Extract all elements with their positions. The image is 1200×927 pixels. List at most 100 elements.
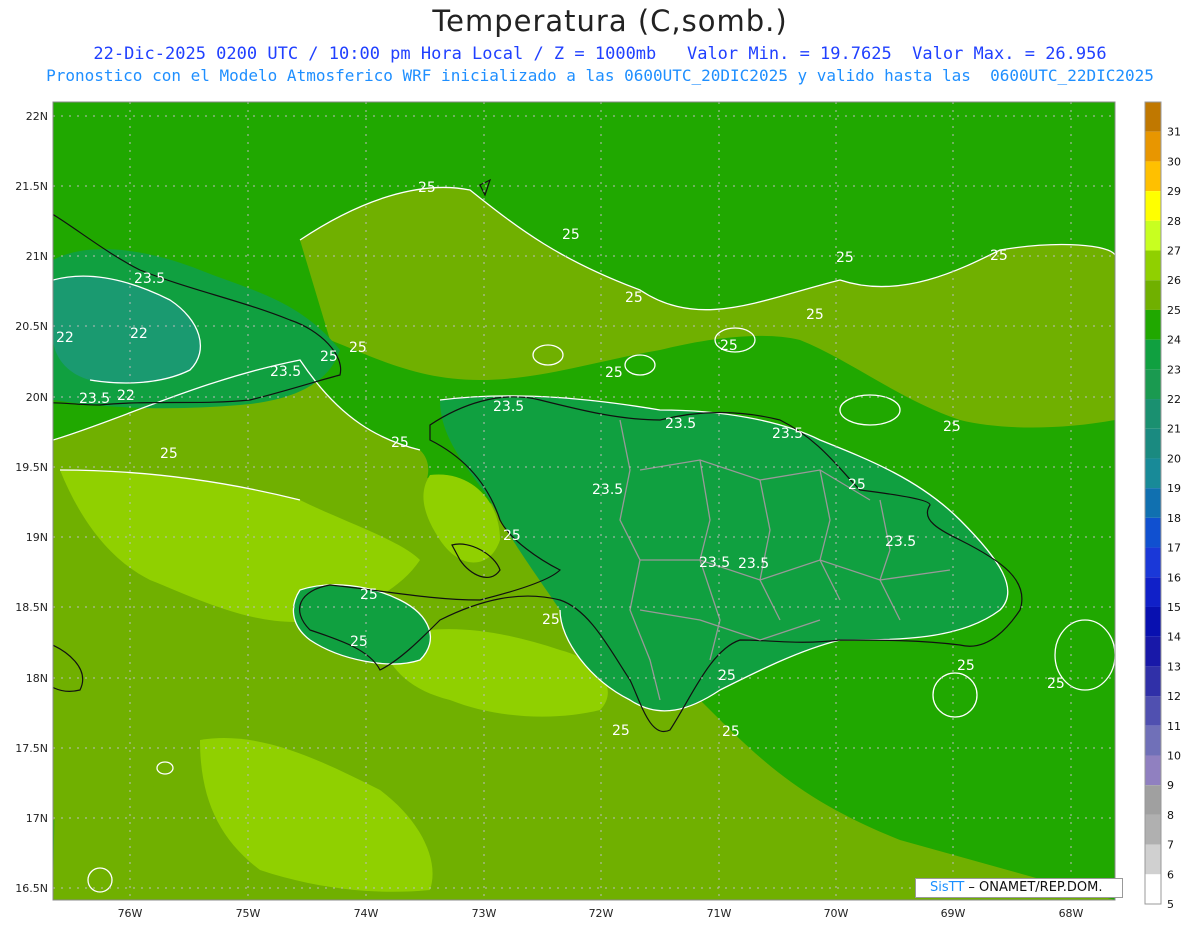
contour-label: 25 (391, 435, 409, 451)
contour-label: 25 (542, 612, 560, 628)
colorbar-swatch (1145, 577, 1161, 607)
colorbar-swatch (1145, 369, 1161, 400)
contour-label: 23.5 (885, 534, 916, 550)
colorbar-label: 29 (1167, 185, 1181, 198)
colorbar-label: 28 (1167, 215, 1181, 228)
contour-label: 23.5 (493, 399, 524, 415)
colorbar-label: 17 (1167, 542, 1181, 555)
colorbar-label: 10 (1167, 749, 1181, 762)
colorbar-swatch (1145, 309, 1161, 340)
contour-label: 25 (806, 307, 824, 323)
colorbar-swatch (1145, 844, 1161, 875)
colorbar-swatch (1145, 517, 1161, 548)
contour-label: 25 (990, 248, 1008, 264)
lon-tick-label: 69W (941, 907, 966, 920)
colorbar-swatch (1145, 814, 1161, 845)
lat-tick-label: 17N (26, 812, 48, 825)
colorbar-swatch (1145, 220, 1161, 251)
contour-label: 23.5 (79, 391, 110, 407)
colorbar-label: 24 (1167, 334, 1181, 347)
colorbar-swatch (1145, 399, 1161, 429)
contour-label: 25 (718, 668, 736, 684)
colorbar-label: 22 (1167, 393, 1181, 406)
contour-label: 25 (605, 365, 623, 381)
colorbar-label: 16 (1167, 571, 1181, 584)
lat-tick-label: 21N (26, 250, 48, 263)
colorbar-label: 12 (1167, 690, 1181, 703)
colorbar-label: 19 (1167, 482, 1181, 495)
colorbar-swatch (1145, 250, 1161, 281)
contour-label: 25 (722, 724, 740, 740)
sistt-logo: SisTT (930, 880, 965, 895)
colorbar-label: 14 (1167, 631, 1181, 644)
lat-tick-label: 18.5N (15, 601, 48, 614)
lat-tick-label: 18N (26, 672, 48, 685)
lon-tick-label: 76W (118, 907, 143, 920)
lat-tick-label: 20N (26, 391, 48, 404)
colorbar-swatch (1145, 428, 1161, 459)
lon-tick-label: 71W (707, 907, 732, 920)
colorbar-swatch (1145, 458, 1161, 489)
colorbar-swatch (1145, 191, 1161, 221)
colorbar-swatch (1145, 785, 1161, 815)
contour-label: 25 (612, 723, 630, 739)
colorbar-swatch (1145, 131, 1161, 162)
colorbar: 31 30 29 28 27 26 25 24 23 22 21 20 19 18 17 16 15 14 13 12… (1144, 101, 1181, 911)
latitude-axis: 22N 21.5N 21N 20.5N 20N 19.5N 19N 18.5N … (15, 110, 48, 895)
colorbar-swatch (1145, 874, 1161, 904)
contour-label: 25 (943, 419, 961, 435)
contour-label: 25 (360, 587, 378, 603)
lon-tick-label: 68W (1059, 907, 1084, 920)
lat-tick-label: 21.5N (15, 180, 48, 193)
colorbar-label: 23 (1167, 363, 1181, 376)
credit-box: SisTT – ONAMET/REP.DOM. (915, 878, 1123, 898)
colorbar-label: 7 (1167, 839, 1174, 852)
lon-tick-label: 72W (589, 907, 614, 920)
colorbar-label: 25 (1167, 304, 1181, 317)
colorbar-swatch (1145, 606, 1161, 637)
contour-label: 23.5 (592, 482, 623, 498)
lon-tick-label: 73W (472, 907, 497, 920)
contour-label: 22 (130, 326, 148, 342)
contour-label: 22 (117, 388, 135, 404)
contour-label: 25 (848, 477, 866, 493)
lon-tick-label: 74W (354, 907, 379, 920)
colorbar-swatch (1145, 280, 1161, 310)
contour-label: 23.5 (772, 426, 803, 442)
colorbar-swatch (1145, 696, 1161, 726)
lat-tick-label: 19.5N (15, 461, 48, 474)
contour-label: 25 (1047, 676, 1065, 692)
colorbar-swatch (1145, 339, 1161, 370)
temperature-map: 25 25 25 23.5 22 22 22 23.5 25 25 25 25 … (15, 101, 1181, 920)
colorbar-swatch (1145, 725, 1161, 756)
lat-tick-label: 16.5N (15, 882, 48, 895)
contour-label: 25 (160, 446, 178, 462)
longitude-axis: 76W 75W 74W 73W 72W 71W 70W 69W 68W (118, 907, 1084, 920)
colorbar-swatch (1145, 636, 1161, 667)
contour-label: 25 (625, 290, 643, 306)
colorbar-label: 8 (1167, 809, 1174, 822)
contour-label: 23.5 (665, 416, 696, 432)
contour-label: 25 (320, 349, 338, 365)
contour-label: 23.5 (134, 271, 165, 287)
colorbar-label: 15 (1167, 601, 1181, 614)
colorbar-label: 18 (1167, 512, 1181, 525)
colorbar-swatch (1145, 547, 1161, 578)
colorbar-label: 30 (1167, 155, 1181, 168)
colorbar-label: 6 (1167, 868, 1174, 881)
colorbar-label: 26 (1167, 274, 1181, 287)
map-field: 25 25 25 23.5 22 22 22 23.5 25 25 25 25 … (53, 102, 1115, 900)
colorbar-swatch (1145, 102, 1161, 132)
colorbar-label: 11 (1167, 720, 1181, 733)
lat-tick-label: 22N (26, 110, 48, 123)
contour-label: 23.5 (738, 556, 769, 572)
colorbar-swatch (1145, 488, 1161, 518)
colorbar-swatch (1145, 161, 1161, 192)
colorbar-label: 9 (1167, 779, 1174, 792)
lat-tick-label: 20.5N (15, 320, 48, 333)
contour-label: 22 (56, 330, 74, 346)
contour-label: 25 (720, 338, 738, 354)
colorbar-swatch (1145, 755, 1161, 786)
lat-tick-label: 19N (26, 531, 48, 544)
credit-text: – ONAMET/REP.DOM. (964, 880, 1103, 895)
